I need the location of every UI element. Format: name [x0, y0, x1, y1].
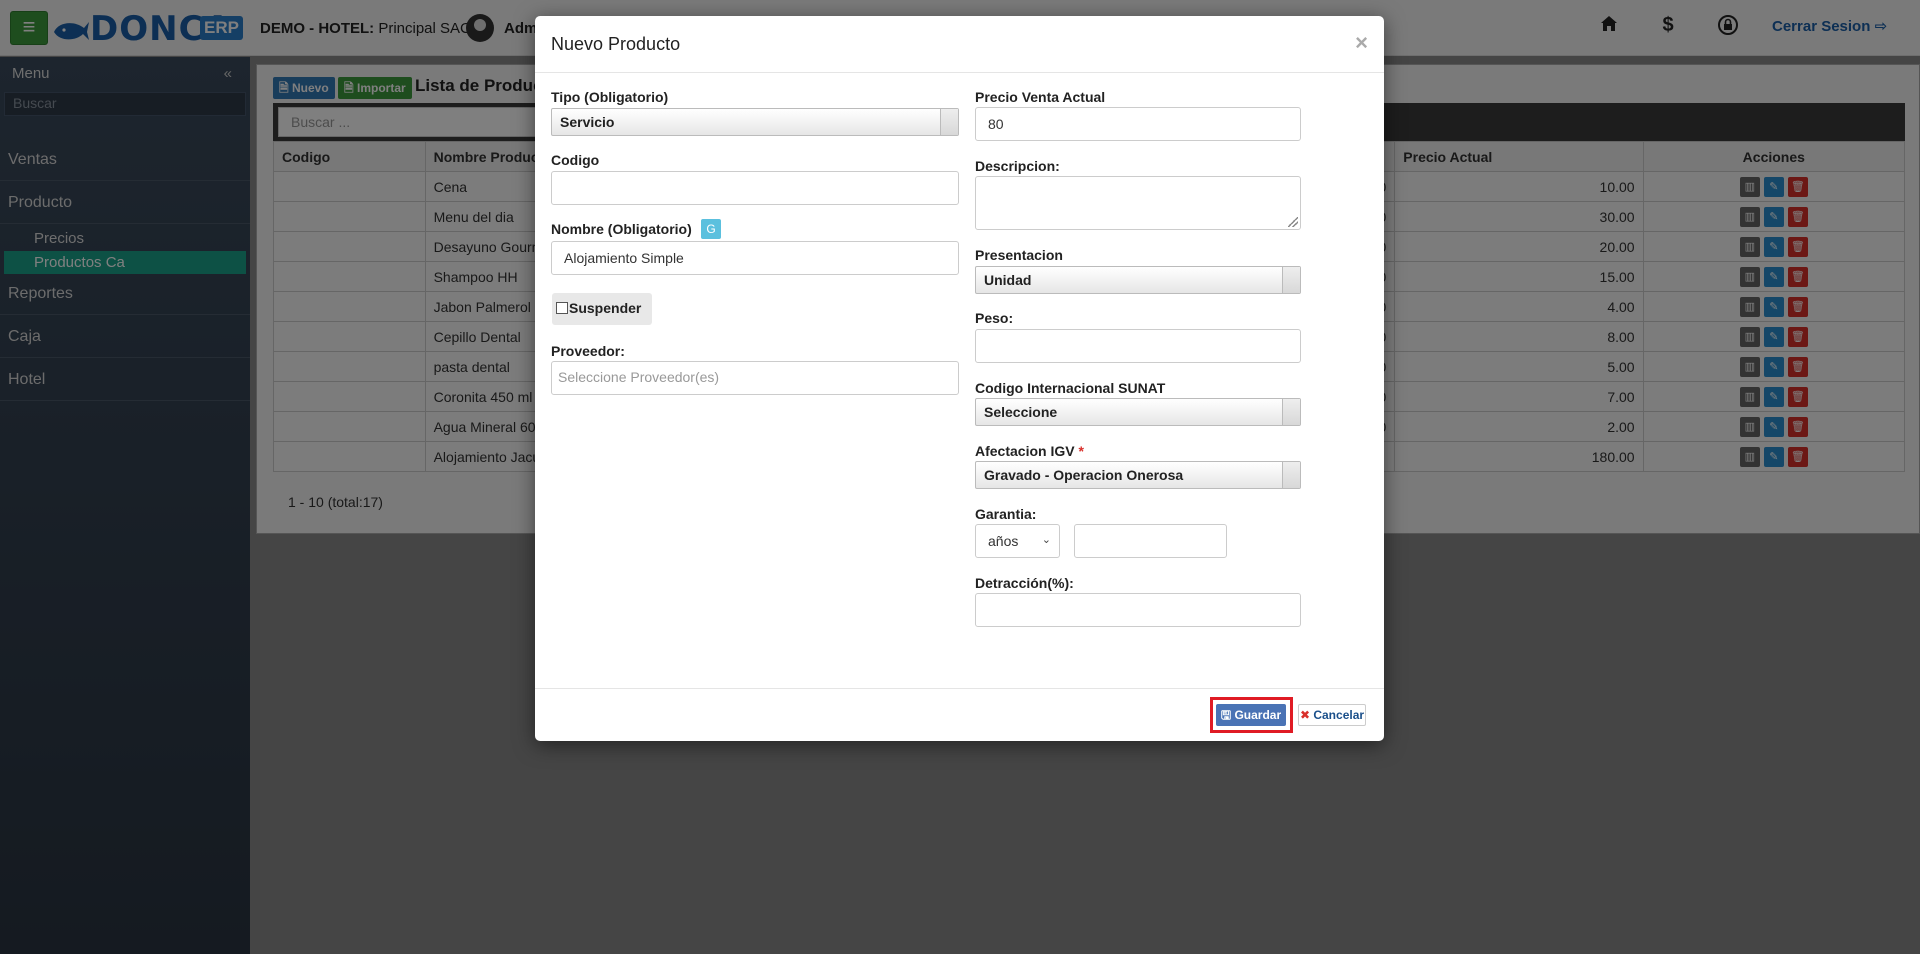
presentacion-select[interactable]: Unidad [975, 266, 1301, 294]
resize-handle-icon[interactable] [1288, 217, 1298, 227]
igv-label-text: Afectacion IGV [975, 443, 1075, 459]
peso-input[interactable] [975, 329, 1301, 363]
dropdown-arrow-icon [1282, 462, 1300, 488]
checkbox-icon[interactable] [556, 302, 568, 314]
proveedor-multiselect[interactable]: Seleccione Proveedor(es) [551, 361, 959, 395]
codigo-input[interactable] [551, 171, 959, 205]
garantia-unit-value: años [988, 533, 1019, 549]
suspender-checkbox[interactable]: Suspender [552, 293, 652, 325]
nombre-label: Nombre (Obligatorio) [551, 221, 692, 237]
proveedor-label: Proveedor: [551, 343, 625, 359]
dropdown-arrow-icon [1282, 267, 1300, 293]
close-icon[interactable]: × [1355, 30, 1368, 56]
chevron-down-icon: ⌄ [1041, 534, 1051, 546]
codigo-label: Codigo [551, 152, 600, 168]
save-icon: 🖫 [1220, 708, 1232, 722]
presentacion-value: Unidad [984, 272, 1032, 288]
precio-input[interactable]: 80 [975, 107, 1301, 141]
garantia-unit-select[interactable]: años ⌄ [975, 524, 1060, 558]
precio-label: Precio Venta Actual [975, 89, 1106, 105]
peso-label: Peso: [975, 310, 1014, 326]
detraccion-input[interactable] [975, 593, 1301, 627]
modal-header: Nuevo Producto × [535, 16, 1384, 73]
tipo-select[interactable]: Servicio [551, 108, 959, 136]
modal-title: Nuevo Producto [551, 34, 681, 54]
sunat-select[interactable]: Seleccione [975, 398, 1301, 426]
sunat-value: Seleccione [984, 404, 1058, 420]
dropdown-arrow-icon [940, 109, 958, 135]
presentacion-label: Presentacion [975, 247, 1063, 263]
garantia-input[interactable] [1074, 524, 1227, 558]
descripcion-label: Descripcion: [975, 158, 1060, 174]
tipo-value: Servicio [560, 114, 615, 130]
nombre-input[interactable]: Alojamiento Simple [551, 241, 959, 275]
nuevo-producto-modal: Nuevo Producto × Tipo (Obligatorio) Serv… [535, 16, 1384, 741]
sunat-label: Codigo Internacional SUNAT [975, 380, 1166, 396]
detraccion-label: Detracción(%): [975, 575, 1074, 591]
igv-label: Afectacion IGV * [975, 443, 1084, 459]
guardar-label: Guardar [1234, 708, 1282, 722]
igv-select[interactable]: Gravado - Operacion Onerosa [975, 461, 1301, 489]
tipo-label: Tipo (Obligatorio) [551, 89, 669, 105]
cancelar-button[interactable]: ✖ Cancelar [1298, 704, 1366, 726]
descripcion-textarea[interactable] [975, 176, 1301, 230]
close-icon: ✖ [1299, 708, 1310, 722]
dropdown-arrow-icon [1282, 399, 1300, 425]
suspender-label: Suspender [569, 300, 642, 316]
guardar-button[interactable]: 🖫 Guardar [1216, 704, 1286, 726]
igv-value: Gravado - Operacion Onerosa [984, 467, 1184, 483]
cancelar-label: Cancelar [1313, 708, 1365, 722]
garantia-label: Garantia: [975, 506, 1037, 522]
required-marker: * [1078, 443, 1084, 459]
google-translate-icon[interactable]: G [701, 219, 721, 239]
